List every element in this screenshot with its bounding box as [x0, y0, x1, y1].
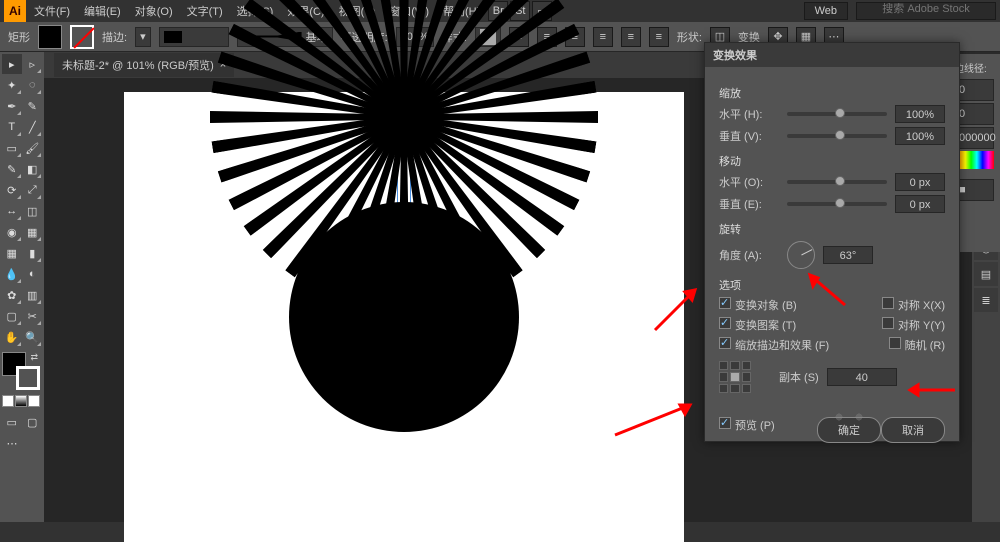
color-mode-btn[interactable]	[2, 395, 14, 407]
angle-value[interactable]: 63°	[823, 246, 873, 264]
perspective-tool[interactable]: ▦	[23, 222, 43, 242]
layer-row[interactable]: ■	[954, 179, 994, 201]
menu-file[interactable]: 文件(F)	[28, 1, 76, 21]
menu-edit[interactable]: 编辑(E)	[78, 1, 127, 21]
menu-object[interactable]: 对象(O)	[129, 1, 179, 21]
screen-mode-full[interactable]: ▢	[23, 412, 43, 432]
none-mode-btn[interactable]	[28, 395, 40, 407]
scale-section-label: 缩放	[719, 85, 945, 101]
artboard-tool[interactable]: ▢	[2, 306, 22, 326]
blend-tool[interactable]: ◐	[23, 264, 43, 284]
options-section-label: 选项	[719, 277, 945, 293]
scale-h-label: 水平 (H):	[719, 106, 779, 122]
copies-value[interactable]: 40	[827, 368, 897, 386]
mesh-tool[interactable]: ▦	[2, 243, 22, 263]
align-top-icon[interactable]: ≡	[593, 27, 613, 47]
symbol-spray-tool[interactable]: ✿	[2, 285, 22, 305]
move-v-slider[interactable]	[787, 202, 887, 206]
shaper-tool[interactable]: ✎	[2, 159, 22, 179]
layers-panel-icon[interactable]: ▤	[974, 262, 998, 286]
pen-tool[interactable]: ✒	[2, 96, 22, 116]
opt-reflect-x[interactable]: 对称 X(X)	[882, 297, 945, 313]
align-bot-icon[interactable]: ≡	[649, 27, 669, 47]
move-v-value[interactable]: 0 px	[895, 195, 945, 213]
document-tab[interactable]: 未标题-2* @ 101% (RGB/预览) ×	[54, 53, 234, 77]
stroke-label: 描边:	[102, 29, 127, 45]
rotate-tool[interactable]: ⟳	[2, 180, 22, 200]
selection-tool[interactable]: ▸	[2, 54, 22, 74]
magic-wand-tool[interactable]: ✦	[2, 75, 22, 95]
slice-tool[interactable]: ✂	[23, 306, 43, 326]
opt-scale-strokes[interactable]: 缩放描边和效果 (F)	[719, 337, 829, 353]
edit-toolbar[interactable]: ⋯	[2, 433, 22, 453]
watermark-icon	[831, 409, 891, 439]
menu-type[interactable]: 文字(T)	[181, 1, 229, 21]
corner-r1[interactable]: 0	[954, 79, 994, 101]
workspace-switcher[interactable]: Web	[804, 2, 848, 20]
screen-mode-normal[interactable]: ▭	[2, 412, 22, 432]
paintbrush-tool[interactable]: 🖌	[23, 138, 43, 158]
anchor-reference[interactable]	[719, 361, 751, 393]
spectrum-bar[interactable]	[954, 151, 994, 169]
opt-random[interactable]: 随机 (R)	[889, 337, 945, 353]
swap-colors-icon[interactable]: ⇄	[30, 352, 38, 363]
hand-tool[interactable]: ✋	[2, 327, 22, 347]
move-v-label: 垂直 (E):	[719, 196, 779, 212]
toolbox: ▸▹ ✦◌ ✒✎ T╱ ▭🖌 ✎◧ ⟳⤢ ↔◫ ◉▦ ▦▮ 💧◐ ✿▥ ▢✂ ✋…	[0, 52, 44, 522]
free-transform-tool[interactable]: ◫	[23, 201, 43, 221]
scale-h-slider[interactable]	[787, 112, 887, 116]
shapes-label: 形状:	[677, 29, 702, 45]
move-h-value[interactable]: 0 px	[895, 173, 945, 191]
corner-r2[interactable]: 0	[954, 103, 994, 125]
stroke-weight[interactable]: ▾	[135, 27, 151, 47]
type-tool[interactable]: T	[2, 117, 22, 137]
zoom-tool[interactable]: 🔍	[23, 327, 43, 347]
corner-radius-label: 边线径:	[954, 60, 994, 75]
dialog-title: 变换效果	[705, 43, 959, 67]
shape-label: 矩形	[8, 29, 30, 45]
stroke-swatch[interactable]	[70, 25, 94, 49]
gradient-tool[interactable]: ▮	[23, 243, 43, 263]
align-mid-icon[interactable]: ≡	[621, 27, 641, 47]
stroke-color[interactable]	[16, 366, 40, 390]
hex-color[interactable]: 000000	[954, 127, 994, 149]
app-logo: Ai	[4, 0, 26, 22]
color-swatches[interactable]: ⇄	[2, 352, 40, 390]
width-tool[interactable]: ↔	[2, 201, 22, 221]
artboard[interactable]	[124, 92, 684, 542]
var-width[interactable]	[159, 27, 229, 47]
opt-reflect-y[interactable]: 对称 Y(Y)	[882, 317, 945, 333]
opt-transform-pat[interactable]: 变换图案 (T)	[719, 317, 796, 333]
move-h-label: 水平 (O):	[719, 174, 779, 190]
eraser-tool[interactable]: ◧	[23, 159, 43, 179]
preview-checkbox[interactable]: 预览 (P)	[719, 417, 775, 433]
gradient-mode-btn[interactable]	[15, 395, 27, 407]
scale-v-label: 垂直 (V):	[719, 128, 779, 144]
sunburst-shape[interactable]	[194, 107, 614, 527]
scale-h-value[interactable]: 100%	[895, 105, 945, 123]
rectangle-tool[interactable]: ▭	[2, 138, 22, 158]
move-h-slider[interactable]	[787, 180, 887, 184]
rotate-section-label: 旋转	[719, 221, 945, 237]
scale-tool[interactable]: ⤢	[23, 180, 43, 200]
tab-title: 未标题-2* @ 101% (RGB/预览)	[62, 57, 214, 73]
scale-v-slider[interactable]	[787, 134, 887, 138]
graph-tool[interactable]: ▥	[23, 285, 43, 305]
lasso-tool[interactable]: ◌	[23, 75, 43, 95]
move-section-label: 移动	[719, 153, 945, 169]
scale-v-value[interactable]: 100%	[895, 127, 945, 145]
direct-select-tool[interactable]: ▹	[23, 54, 43, 74]
stock-search[interactable]	[856, 2, 996, 20]
opt-transform-obj[interactable]: 变换对象 (B)	[719, 297, 797, 313]
transform-effect-dialog: 变换效果 缩放 水平 (H): 100% 垂直 (V): 100% 移动 水平 …	[704, 42, 960, 442]
shape-builder-tool[interactable]: ◉	[2, 222, 22, 242]
angle-label: 角度 (A):	[719, 247, 779, 263]
fill-swatch[interactable]	[38, 25, 62, 49]
copies-label: 副本 (S)	[779, 369, 819, 385]
angle-dial[interactable]	[787, 241, 815, 269]
line-tool[interactable]: ╱	[23, 117, 43, 137]
curvature-tool[interactable]: ✎	[23, 96, 43, 116]
css-panel-icon[interactable]: ≣	[974, 288, 998, 312]
eyedropper-tool[interactable]: 💧	[2, 264, 22, 284]
